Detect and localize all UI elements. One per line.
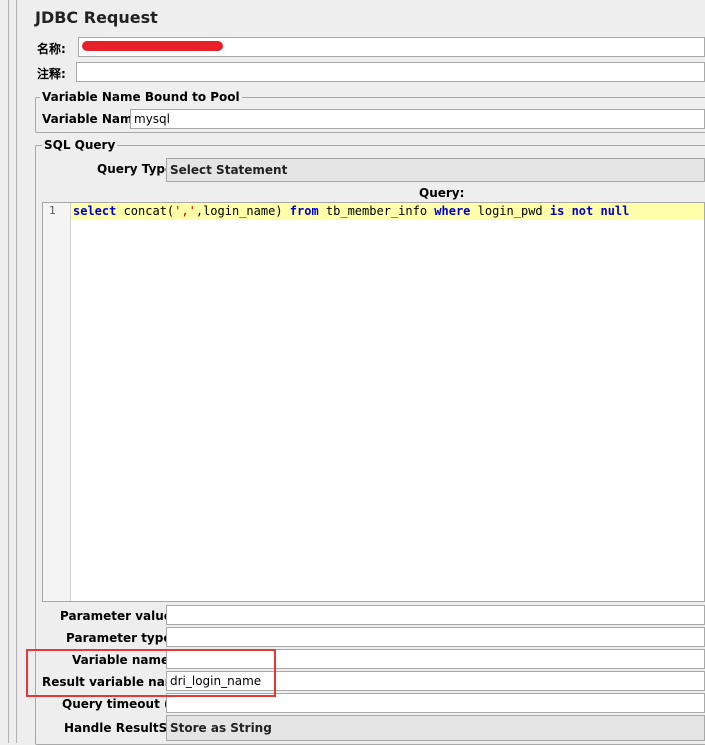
annotation-highlight-box [26,649,276,697]
tree-guide-line [8,0,9,743]
panel-title: JDBC Request [35,8,158,27]
code-token: ,login_name) [195,204,290,218]
code-token: login_pwd [470,204,550,218]
variable-name-field[interactable]: mysql [130,109,705,129]
redaction-mark [82,41,223,51]
code-line[interactable]: select concat(',',login_name) from tb_me… [71,203,704,220]
line-gutter: 1 [43,203,71,601]
name-label: 名称: [37,42,66,56]
code-token: is [549,204,565,218]
jdbc-request-panel: JDBC Request 名称: 注释: Variable Name Bound… [26,0,705,745]
parameter-types-field[interactable] [166,627,705,647]
code-token: not [571,204,594,218]
query-type-select[interactable]: Select Statement [166,158,705,182]
code-token: null [600,204,630,218]
code-token: where [434,204,471,218]
sql-legend: SQL Query [42,138,118,152]
code-token: tb_member_info [318,204,435,218]
query-header: Query: [419,186,465,200]
handle-resultset-select[interactable]: Store as String [166,715,705,741]
pool-legend: Variable Name Bound to Pool [40,90,242,104]
code-token: select [73,204,117,218]
code-token: ',' [174,204,196,218]
code-token: from [289,204,319,218]
code-token: concat( [116,204,175,218]
comment-label: 注释: [37,67,66,81]
parameter-values-field[interactable] [166,605,705,625]
line-number: 1 [49,204,56,217]
comment-field[interactable] [76,62,705,82]
query-editor[interactable]: 1 select concat(',',login_name) from tb_… [42,202,705,602]
split-pane-divider[interactable] [16,0,17,743]
tree-panel-edge [0,0,18,743]
